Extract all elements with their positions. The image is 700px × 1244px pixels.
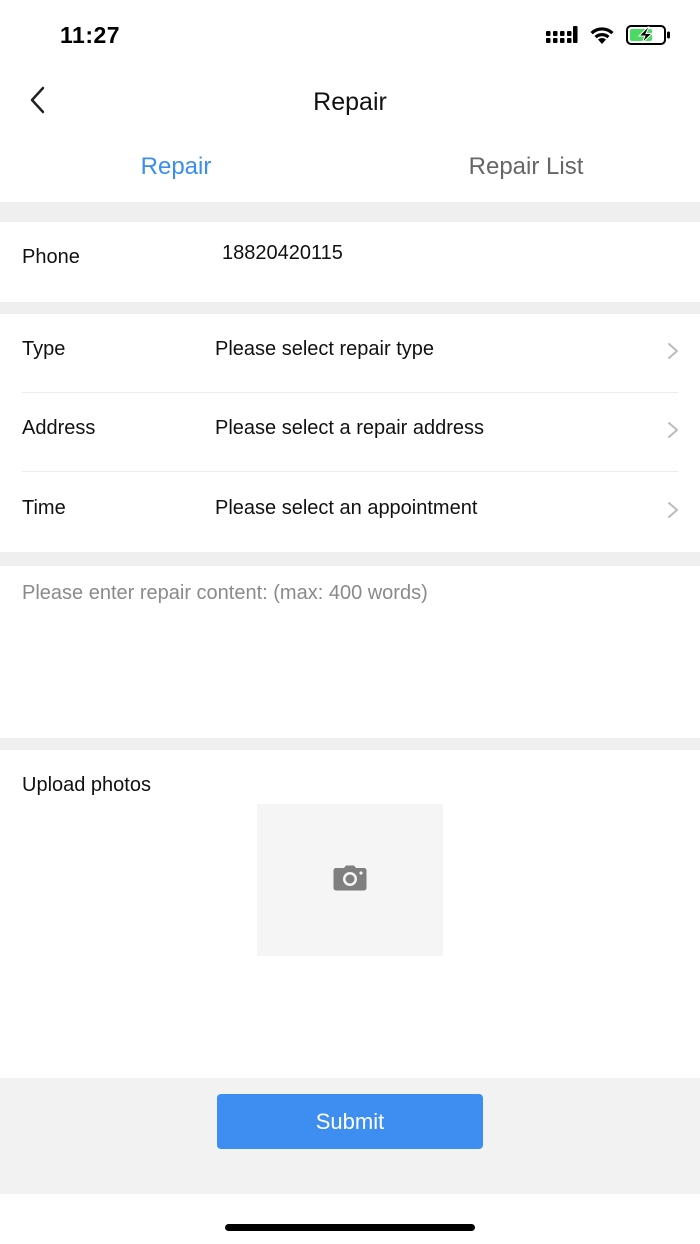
type-select-row[interactable]: Type Please select repair type: [0, 314, 700, 393]
navigation-bar: Repair: [0, 72, 700, 132]
chevron-right-icon: [666, 501, 680, 519]
page-title: Repair: [313, 88, 387, 116]
chevron-right-icon: [666, 342, 680, 360]
section-gap: [0, 738, 700, 750]
section-gap: [0, 302, 700, 314]
home-indicator: [225, 1224, 475, 1231]
footer: Submit: [0, 1078, 700, 1194]
divider: [22, 471, 678, 472]
phone-value: 18820420115: [222, 242, 343, 264]
content-section: [0, 566, 700, 738]
upload-label: Upload photos: [22, 774, 151, 796]
tab-repair-list-label: Repair List: [468, 153, 584, 180]
type-placeholder: Please select repair type: [215, 338, 435, 360]
submit-button[interactable]: Submit: [217, 1094, 483, 1149]
repair-content-input[interactable]: [22, 582, 678, 722]
tab-bar: Repair Repair List: [0, 140, 700, 205]
tab-repair-list[interactable]: Repair List: [420, 140, 632, 205]
address-label: Address: [22, 417, 96, 439]
status-icons: [546, 24, 672, 50]
camera-icon: [333, 865, 367, 896]
phone-label: Phone: [22, 246, 80, 268]
address-select-row[interactable]: Address Please select a repair address: [0, 393, 700, 472]
phone-row: Phone 18820420115: [0, 222, 700, 302]
battery-icon: [626, 24, 672, 51]
time-label: Time: [22, 497, 66, 519]
time-select-row[interactable]: Time Please select an appointment: [0, 473, 700, 552]
type-label: Type: [22, 338, 66, 360]
select-group: Type Please select repair type Address P…: [0, 314, 700, 552]
wifi-icon: [588, 25, 616, 50]
section-gap: [0, 552, 700, 566]
section-gap: [0, 202, 700, 222]
tab-repair-label: Repair: [140, 153, 212, 180]
upload-photo-button[interactable]: [257, 804, 443, 956]
status-bar: 11:27: [0, 0, 700, 72]
chevron-right-icon: [666, 421, 680, 439]
upload-section: Upload photos: [0, 750, 700, 1078]
signal-icon: [546, 25, 578, 50]
address-placeholder: Please select a repair address: [215, 417, 485, 439]
time-placeholder: Please select an appointment: [215, 497, 478, 519]
status-time: 11:27: [60, 22, 121, 48]
tab-repair[interactable]: Repair: [70, 140, 282, 205]
